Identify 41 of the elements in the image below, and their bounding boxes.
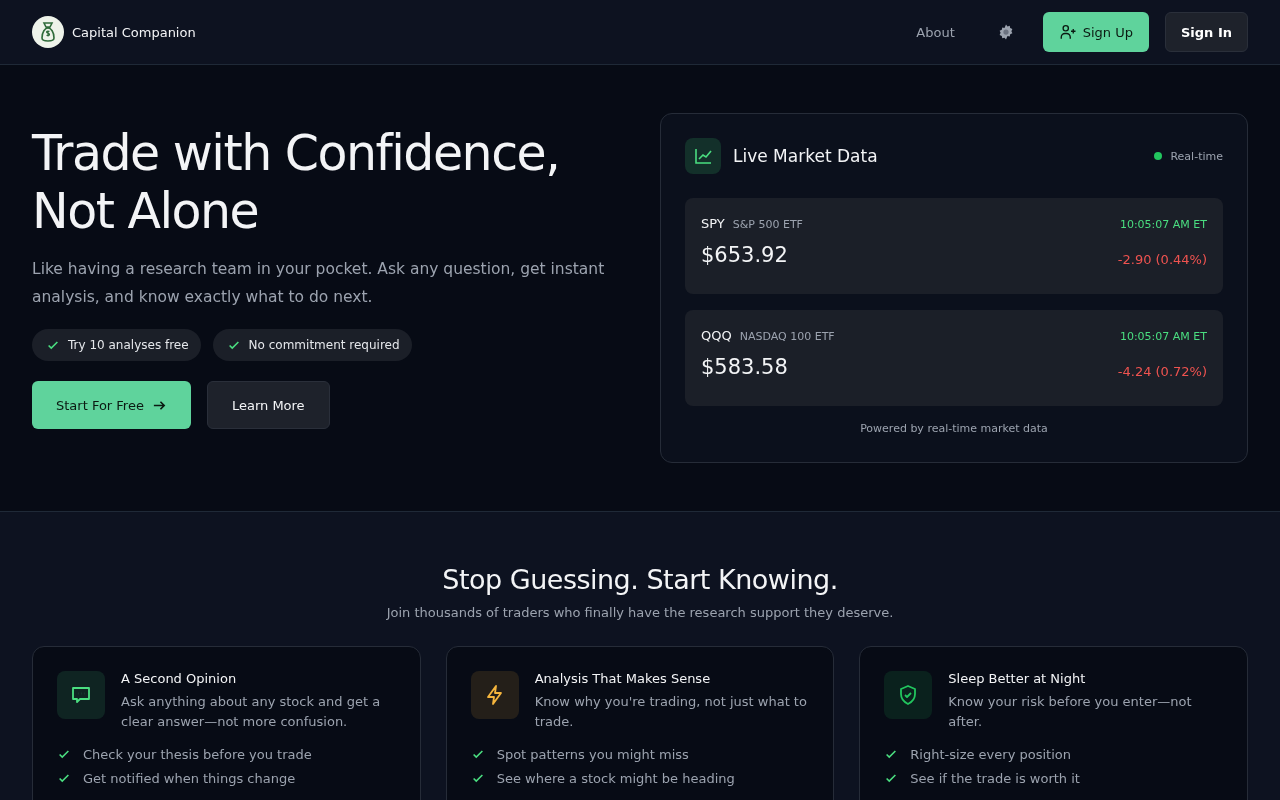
panel-footnote: Powered by real-time market data	[859, 422, 1049, 435]
start-free-button[interactable]: Start For Free	[32, 381, 191, 429]
quote-change: -4.24 (0.72%)	[1117, 364, 1207, 379]
hero-subtitle: Like having a research team in your pocket. Ask any question, get instant analysis, and know exactly what to do next.	[32, 259, 606, 308]
hero-title-line: Not Alone	[32, 183, 260, 241]
quote-change: -2.90 (0.44%)	[1117, 252, 1207, 267]
feature-description: Know why you're trading, not just what to trade.	[534, 693, 808, 731]
user-plus-icon	[1058, 23, 1077, 41]
line-chart-icon	[685, 138, 721, 174]
badge-label: Try 10 analyses free	[68, 338, 189, 352]
ticker-symbol: QQQ	[701, 328, 732, 343]
feature-point: Check your thesis before you trade	[83, 746, 312, 762]
ticker-name: S&P 500 ETF	[732, 218, 804, 231]
sign-in-button[interactable]: Sign In	[1165, 12, 1248, 52]
feature-point: Get notified when things change	[83, 770, 296, 786]
badge-label: No commitment required	[248, 338, 400, 352]
feature-point: See if the trade is worth it	[910, 770, 1080, 786]
feature-description: Ask anything about any stock and get a clear answer—not more confusion.	[121, 693, 382, 731]
quote-time: 10:05:07 AM ET	[1119, 330, 1207, 343]
quote-price: $583.58	[701, 355, 788, 379]
money-bag-icon	[32, 16, 64, 48]
ticker-symbol: SPY	[701, 216, 725, 231]
feature-title: Sleep Better at Night	[948, 671, 1087, 686]
feature-point: Right-size every position	[910, 746, 1071, 762]
quote-price: $653.92	[701, 243, 788, 267]
section-subtitle: Join thousands of traders who finally have the research support they deserve.	[385, 605, 895, 620]
quote-time: 10:05:07 AM ET	[1119, 218, 1207, 231]
feature-title: Analysis That Makes Sense	[534, 671, 712, 686]
feature-point: Spot patterns you might miss	[496, 746, 689, 762]
status-label: Real-time	[1170, 149, 1223, 163]
panel-title: Live Market Data	[733, 146, 879, 166]
feature-point: See where a stock might be heading	[496, 770, 735, 786]
nav-link[interactable]: About	[916, 24, 955, 40]
ticker-name: NASDAQ 100 ETF	[739, 330, 836, 343]
learn-more-button[interactable]: Learn More	[206, 381, 330, 429]
hero-title-line: Trade with Confidence,	[32, 125, 561, 183]
feature-title: A Second Opinion	[121, 671, 238, 686]
sign-up-button[interactable]: Sign Up	[1042, 12, 1149, 52]
brand-name: Capital Companion	[72, 24, 196, 40]
section-title: Stop Guessing. Start Knowing.	[441, 564, 839, 595]
feature-description: Know your risk before you enter—not after.	[948, 693, 1193, 731]
